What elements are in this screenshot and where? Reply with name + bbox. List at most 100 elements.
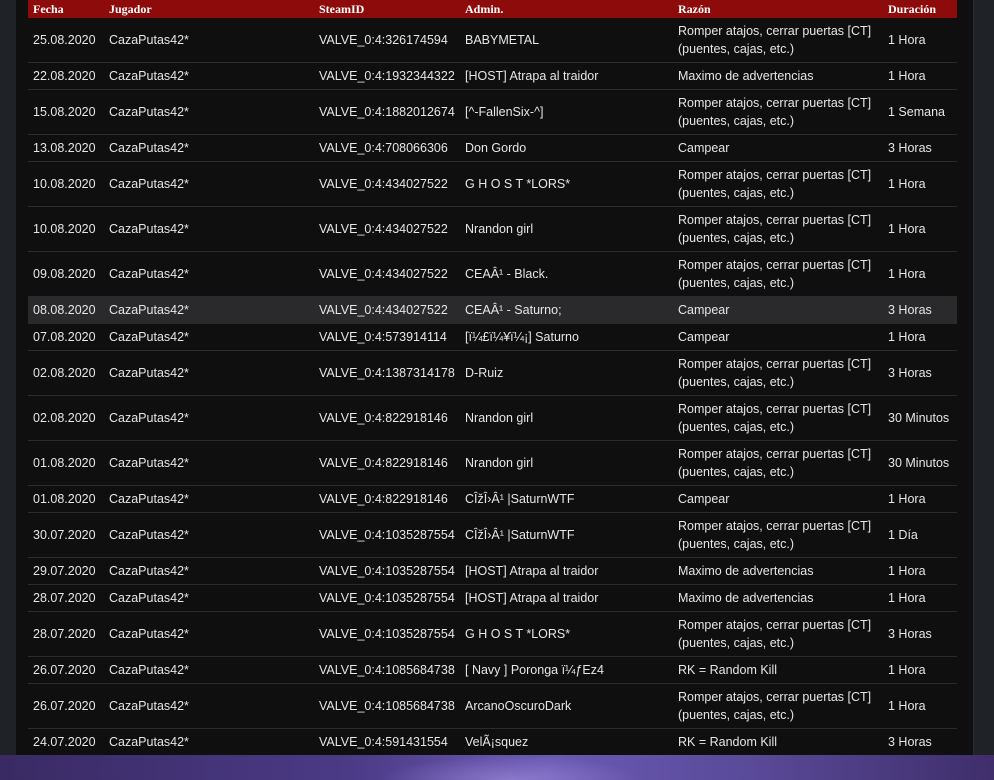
cell-fecha: 28.07.2020	[28, 611, 104, 657]
table-row[interactable]: 07.08.2020 CazaPutas42* VALVE_0:4:57391411…	[28, 323, 957, 351]
table-row[interactable]: 15.08.2020 CazaPutas42* VALVE_0:4:18820126…	[28, 89, 957, 135]
cell-jugador: CazaPutas42*	[104, 512, 314, 558]
cell-steamid: VALVE_0:4:822918146	[314, 395, 460, 441]
table-row[interactable]: 02.08.2020 CazaPutas42* VALVE_0:4:13873141…	[28, 350, 957, 396]
cell-steamid: VALVE_0:4:1035287554	[314, 584, 460, 612]
column-header-jugador[interactable]: Jugador	[104, 0, 314, 18]
cell-jugador: CazaPutas42*	[104, 251, 314, 297]
cell-steamid: VALVE_0:4:326174594	[314, 18, 460, 63]
table-row[interactable]: 25.08.2020 CazaPutas42* VALVE_0:4:32617459…	[28, 18, 957, 63]
cell-duracion: 1 Semana	[883, 89, 957, 135]
cell-razon: RK = Random Kill	[673, 728, 883, 756]
bans-table: Fecha Jugador SteamID Admin. Razón Durac…	[28, 0, 957, 756]
cell-steamid: VALVE_0:4:434027522	[314, 296, 460, 324]
cell-razon: Romper atajos, cerrar puertas [CT] (puen…	[673, 440, 883, 486]
table-row[interactable]: 28.07.2020 CazaPutas42* VALVE_0:4:10352875…	[28, 611, 957, 657]
cell-duracion: 1 Hora	[883, 485, 957, 513]
cell-admin: [^-FallenSix-^]	[460, 89, 673, 135]
cell-jugador: CazaPutas42*	[104, 350, 314, 396]
cell-steamid: VALVE_0:4:822918146	[314, 485, 460, 513]
cell-admin: D-Ruiz	[460, 350, 673, 396]
cell-steamid: VALVE_0:4:434027522	[314, 161, 460, 207]
cell-jugador: CazaPutas42*	[104, 584, 314, 612]
cell-admin: G H O S T *LORS*	[460, 611, 673, 657]
cell-admin: [ Navy ] Poronga ï¼ƒEz4	[460, 656, 673, 684]
cell-duracion: 1 Hora	[883, 656, 957, 684]
table-row[interactable]: 30.07.2020 CazaPutas42* VALVE_0:4:10352875…	[28, 512, 957, 558]
cell-admin: [HOST] Atrapa al traidor	[460, 557, 673, 585]
cell-fecha: 08.08.2020	[28, 296, 104, 324]
cell-duracion: 3 Horas	[883, 134, 957, 162]
column-header-steamid[interactable]: SteamID	[314, 0, 460, 18]
cell-duracion: 1 Hora	[883, 557, 957, 585]
cell-jugador: CazaPutas42*	[104, 440, 314, 486]
table-row[interactable]: 01.08.2020 CazaPutas42* VALVE_0:4:82291814…	[28, 440, 957, 486]
column-header-admin[interactable]: Admin.	[460, 0, 673, 18]
cell-fecha: 02.08.2020	[28, 350, 104, 396]
table-row[interactable]: 29.07.2020 CazaPutas42* VALVE_0:4:10352875…	[28, 557, 957, 585]
cell-duracion: 3 Horas	[883, 350, 957, 396]
cell-jugador: CazaPutas42*	[104, 728, 314, 756]
cell-fecha: 01.08.2020	[28, 485, 104, 513]
cell-steamid: VALVE_0:4:434027522	[314, 206, 460, 252]
cell-fecha: 07.08.2020	[28, 323, 104, 351]
cell-duracion: 1 Hora	[883, 323, 957, 351]
cell-fecha: 15.08.2020	[28, 89, 104, 135]
table-row[interactable]: 26.07.2020 CazaPutas42* VALVE_0:4:10856847…	[28, 683, 957, 729]
table-row[interactable]: 13.08.2020 CazaPutas42* VALVE_0:4:70806630…	[28, 134, 957, 162]
cell-duracion: 1 Día	[883, 512, 957, 558]
cell-jugador: CazaPutas42*	[104, 62, 314, 90]
cell-fecha: 25.08.2020	[28, 18, 104, 63]
table-row[interactable]: 22.08.2020 CazaPutas42* VALVE_0:4:19323443…	[28, 62, 957, 90]
cell-razon: Romper atajos, cerrar puertas [CT] (puen…	[673, 251, 883, 297]
cell-razon: Campear	[673, 296, 883, 324]
cell-jugador: CazaPutas42*	[104, 485, 314, 513]
cell-fecha: 22.08.2020	[28, 62, 104, 90]
column-header-fecha[interactable]: Fecha	[28, 0, 104, 18]
cell-jugador: CazaPutas42*	[104, 134, 314, 162]
cell-razon: Maximo de advertencias	[673, 557, 883, 585]
cell-fecha: 30.07.2020	[28, 512, 104, 558]
table-row[interactable]: 10.08.2020 CazaPutas42* VALVE_0:4:43402752…	[28, 161, 957, 207]
cell-duracion: 3 Horas	[883, 611, 957, 657]
table-row[interactable]: 28.07.2020 CazaPutas42* VALVE_0:4:10352875…	[28, 584, 957, 612]
cell-razon: Maximo de advertencias	[673, 62, 883, 90]
table-row[interactable]: 01.08.2020 CazaPutas42* VALVE_0:4:82291814…	[28, 485, 957, 513]
cell-fecha: 24.07.2020	[28, 728, 104, 756]
cell-duracion: 1 Hora	[883, 584, 957, 612]
table-row[interactable]: 09.08.2020 CazaPutas42* VALVE_0:4:43402752…	[28, 251, 957, 297]
cell-steamid: VALVE_0:4:573914114	[314, 323, 460, 351]
table-row[interactable]: 08.08.2020 CazaPutas42* VALVE_0:4:43402752…	[28, 296, 957, 324]
cell-jugador: CazaPutas42*	[104, 206, 314, 252]
table-row[interactable]: 24.07.2020 CazaPutas42* VALVE_0:4:59143155…	[28, 728, 957, 756]
cell-jugador: CazaPutas42*	[104, 89, 314, 135]
cell-fecha: 26.07.2020	[28, 656, 104, 684]
cell-fecha: 29.07.2020	[28, 557, 104, 585]
cell-razon: Romper atajos, cerrar puertas [CT] (puen…	[673, 395, 883, 441]
column-header-razon[interactable]: Razón	[673, 0, 883, 18]
cell-admin: Nrandon girl	[460, 440, 673, 486]
cell-jugador: CazaPutas42*	[104, 18, 314, 63]
table-row[interactable]: 02.08.2020 CazaPutas42* VALVE_0:4:82291814…	[28, 395, 957, 441]
cell-fecha: 13.08.2020	[28, 134, 104, 162]
cell-steamid: VALVE_0:4:822918146	[314, 440, 460, 486]
cell-duracion: 1 Hora	[883, 161, 957, 207]
column-header-duracion[interactable]: Duración	[883, 0, 957, 18]
cell-razon: Romper atajos, cerrar puertas [CT] (puen…	[673, 161, 883, 207]
cell-razon: Romper atajos, cerrar puertas [CT] (puen…	[673, 206, 883, 252]
cell-razon: RK = Random Kill	[673, 656, 883, 684]
cell-duracion: 1 Hora	[883, 62, 957, 90]
table-row[interactable]: 26.07.2020 CazaPutas42* VALVE_0:4:10856847…	[28, 656, 957, 684]
cell-admin: BABYMETAL	[460, 18, 673, 63]
cell-razon: Campear	[673, 485, 883, 513]
cell-fecha: 10.08.2020	[28, 161, 104, 207]
cell-admin: CEAÂ¹ - Saturno;	[460, 296, 673, 324]
cell-jugador: CazaPutas42*	[104, 557, 314, 585]
cell-jugador: CazaPutas42*	[104, 296, 314, 324]
cell-steamid: VALVE_0:4:1387314178	[314, 350, 460, 396]
table-row[interactable]: 10.08.2020 CazaPutas42* VALVE_0:4:43402752…	[28, 206, 957, 252]
table-header-row: Fecha Jugador SteamID Admin. Razón Durac…	[28, 0, 957, 18]
cell-duracion: 1 Hora	[883, 251, 957, 297]
cell-jugador: CazaPutas42*	[104, 395, 314, 441]
cell-razon: Romper atajos, cerrar puertas [CT] (puen…	[673, 611, 883, 657]
